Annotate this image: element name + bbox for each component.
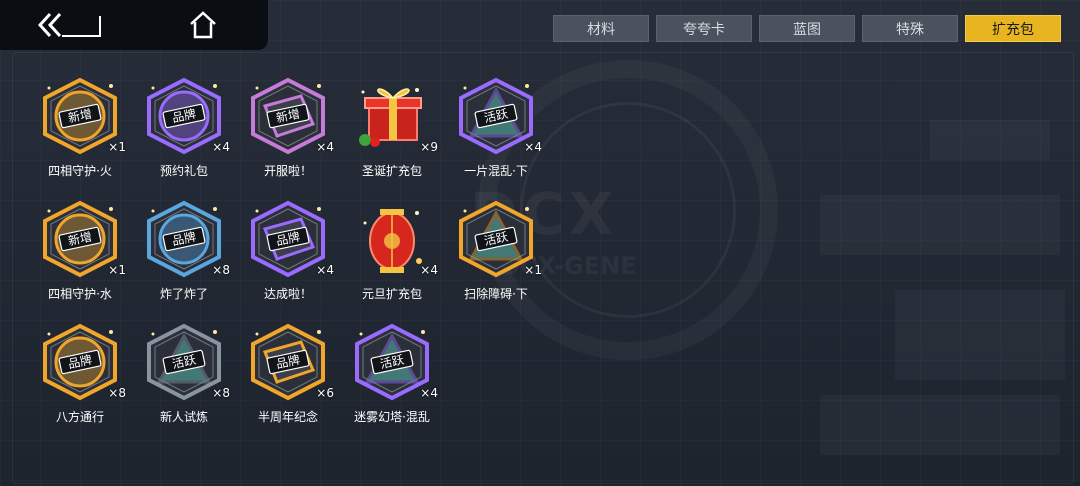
item-count: ×4 <box>212 140 230 154</box>
item-count: ×4 <box>420 263 438 277</box>
item-name: 新人试炼 <box>159 410 208 424</box>
item-name: 半周年纪念 <box>257 410 318 424</box>
item-name: 达成啦！ <box>263 287 312 301</box>
double-chevron-back-icon <box>37 12 101 38</box>
item-count: ×4 <box>524 140 542 154</box>
tab-praise-cards[interactable]: 夸夸卡 <box>656 15 752 42</box>
item-count: ×4 <box>316 140 334 154</box>
item-slot[interactable]: 新增 ×1 四相守护·水 <box>30 199 130 309</box>
item-count: ×8 <box>108 386 126 400</box>
item-slot[interactable]: 品牌 ×4 预约礼包 <box>134 76 234 186</box>
tab-blueprints[interactable]: 蓝图 <box>759 15 855 42</box>
item-slot[interactable]: 活跃 ×8 新人试炼 <box>134 322 234 432</box>
item-slot[interactable]: 品牌 ×6 半周年纪念 <box>238 322 338 432</box>
item-count: ×4 <box>420 386 438 400</box>
tab-materials[interactable]: 材料 <box>553 15 649 42</box>
item-name: 扫除障碍·下 <box>464 287 528 301</box>
item-count: ×1 <box>108 140 126 154</box>
nav-bar <box>0 0 268 50</box>
home-button[interactable] <box>168 6 238 44</box>
tab-bar: 材料 夸夸卡 蓝图 特殊 扩充包 <box>553 15 1061 42</box>
item-count: ×8 <box>212 386 230 400</box>
item-name: 圣诞扩充包 <box>361 164 422 178</box>
item-slot[interactable]: 新增 ×4 开服啦！ <box>238 76 338 186</box>
item-name: 四相守护·水 <box>48 287 112 301</box>
item-slot[interactable]: 品牌 ×8 炸了炸了 <box>134 199 234 309</box>
item-slot[interactable]: 活跃 ×4 迷雾幻塔·混乱 <box>342 322 442 432</box>
item-slot[interactable]: ×9 圣诞扩充包 <box>342 76 442 186</box>
item-name: 预约礼包 <box>159 164 208 178</box>
item-name: 一片混乱·下 <box>464 164 528 178</box>
item-name: 八方通行 <box>55 410 104 424</box>
item-slot[interactable]: 新增 ×1 四相守护·火 <box>30 76 130 186</box>
item-slot[interactable]: 品牌 ×4 达成啦！ <box>238 199 338 309</box>
item-slot[interactable]: 活跃 ×1 扫除障碍·下 <box>446 199 546 309</box>
back-button[interactable] <box>34 6 104 44</box>
item-slot[interactable]: 品牌 ×8 八方通行 <box>30 322 130 432</box>
item-slot[interactable]: 活跃 ×4 一片混乱·下 <box>446 76 546 186</box>
item-slot[interactable]: ×4 元旦扩充包 <box>342 199 442 309</box>
item-count: ×1 <box>108 263 126 277</box>
item-count: ×4 <box>316 263 334 277</box>
item-count: ×6 <box>316 386 334 400</box>
home-icon <box>190 11 216 39</box>
item-name: 开服啦！ <box>263 164 312 178</box>
tab-special[interactable]: 特殊 <box>862 15 958 42</box>
item-count: ×8 <box>212 263 230 277</box>
item-name: 元旦扩充包 <box>361 287 422 301</box>
item-name: 四相守护·火 <box>48 164 112 178</box>
item-name: 迷雾幻塔·混乱 <box>354 410 430 424</box>
item-count: ×9 <box>420 140 438 154</box>
item-count: ×1 <box>524 263 542 277</box>
item-name: 炸了炸了 <box>159 287 208 301</box>
tab-expansion-packs[interactable]: 扩充包 <box>965 15 1061 42</box>
